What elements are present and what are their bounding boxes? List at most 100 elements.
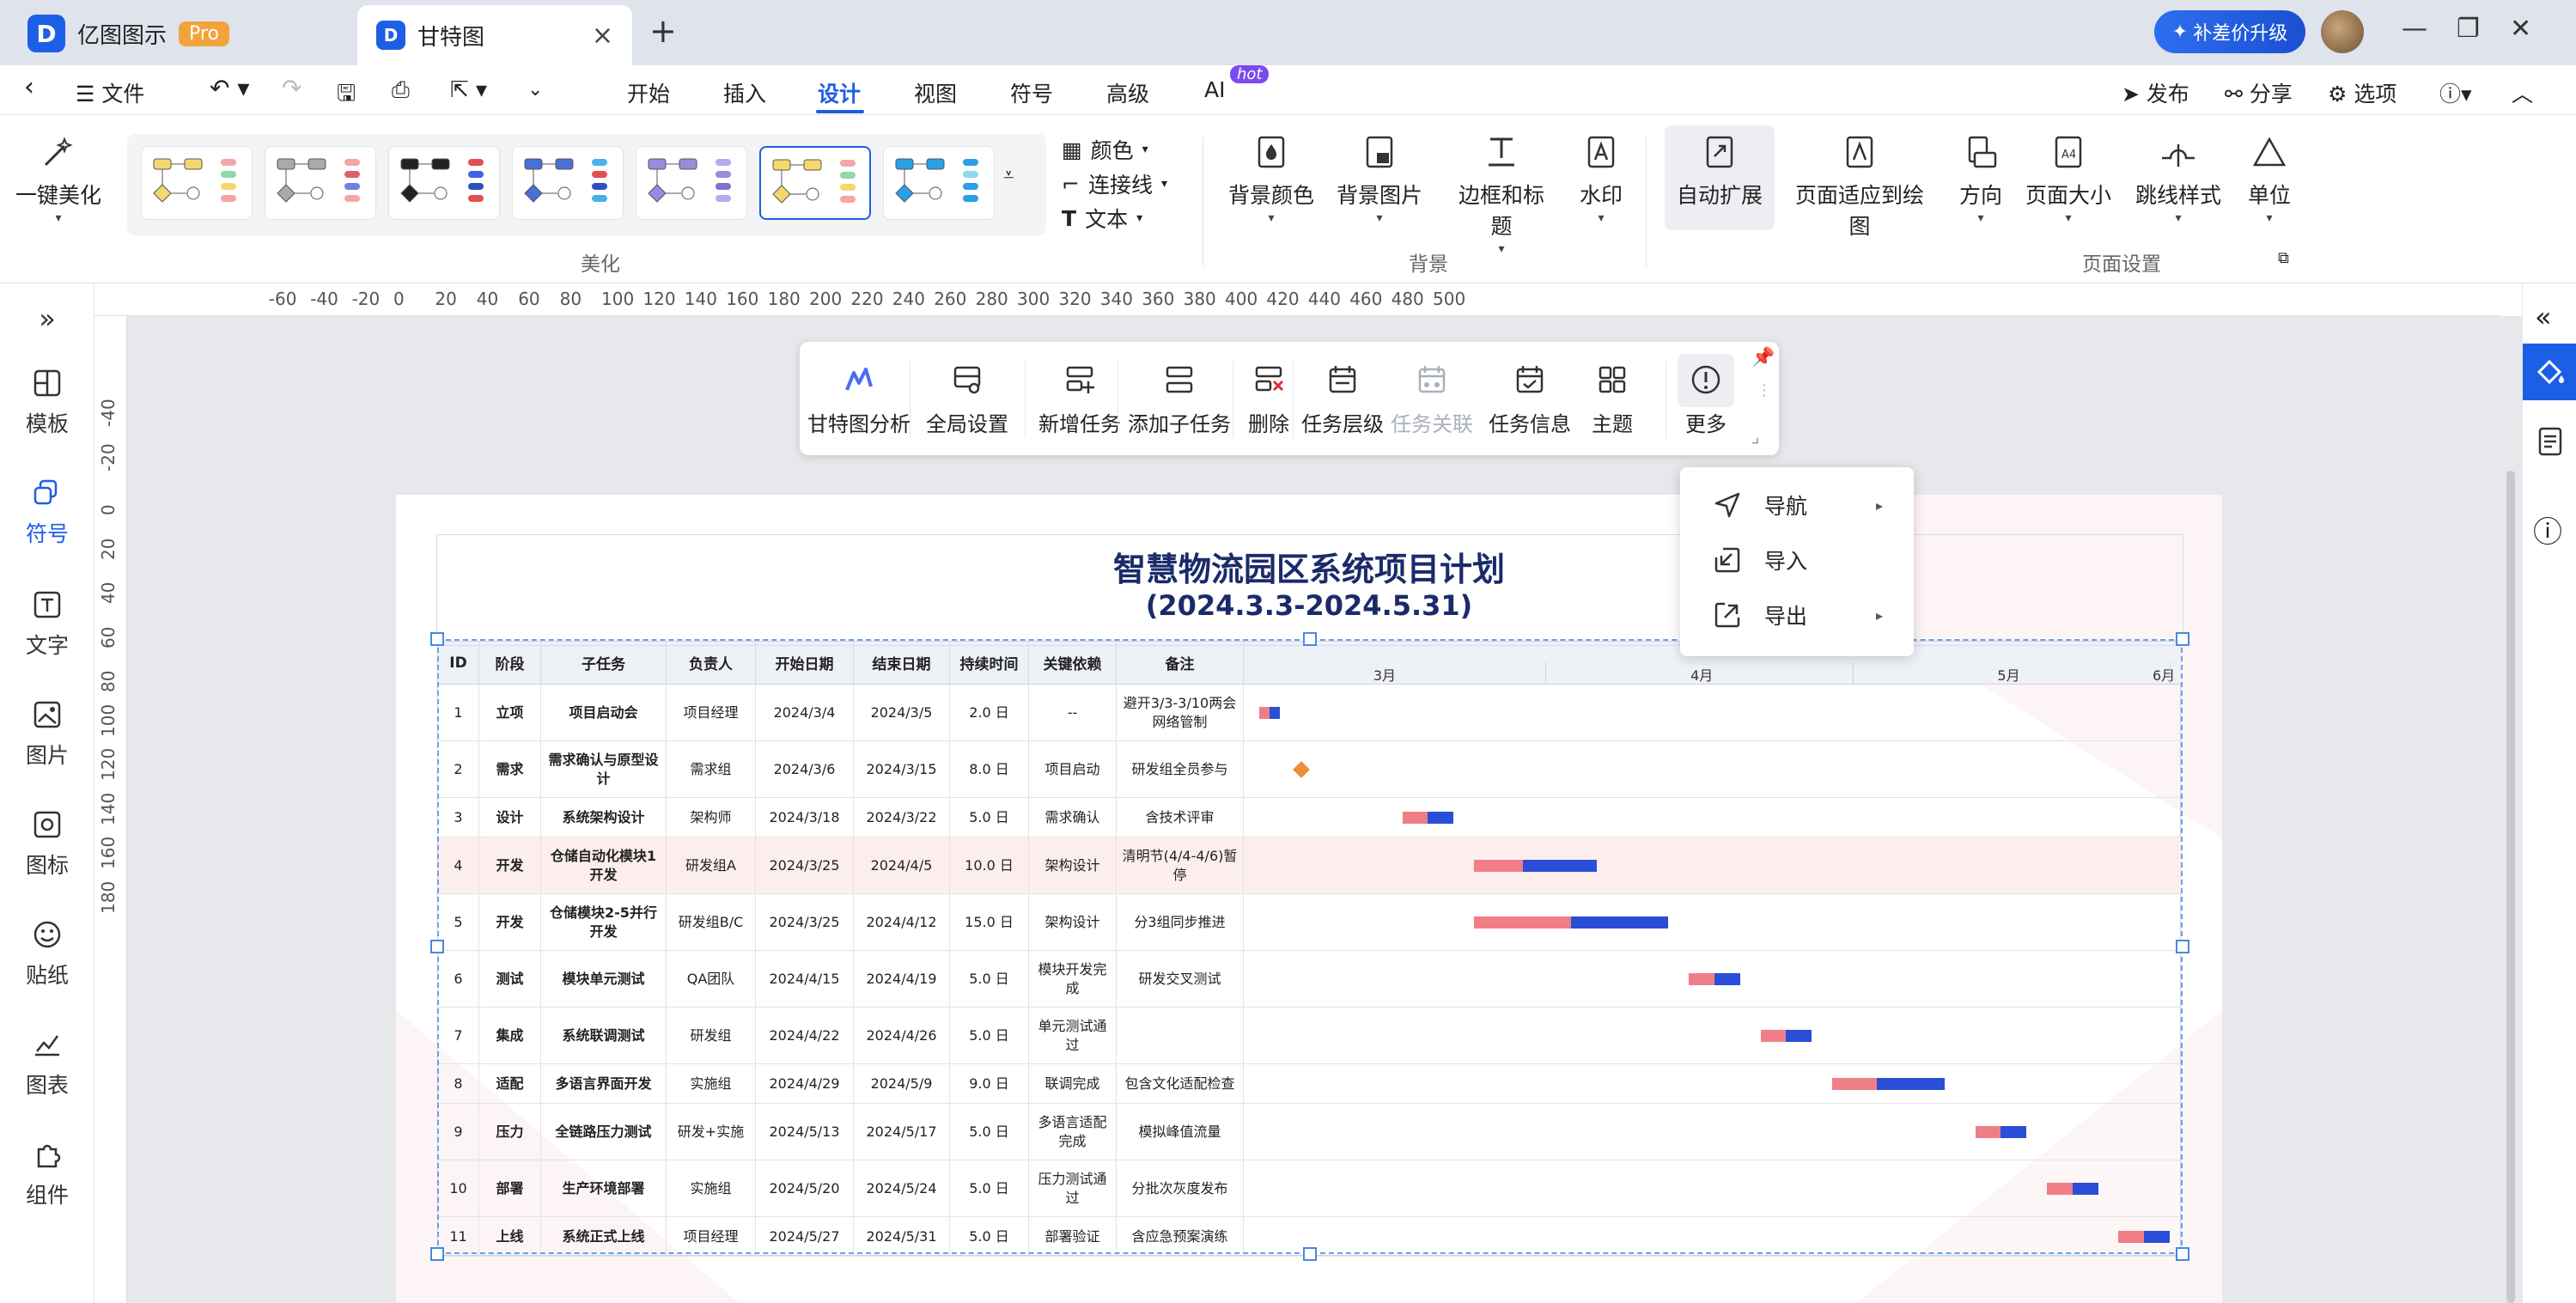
sidebar-item-template[interactable]: 模板 xyxy=(0,366,94,438)
resize-handle[interactable] xyxy=(1303,1247,1317,1261)
column-header[interactable]: 备注 xyxy=(1117,642,1244,685)
help-icon[interactable]: ⓘ▾ xyxy=(2439,77,2472,108)
table-cell-end[interactable]: 2024/4/19 xyxy=(854,951,950,1007)
sidebar-item-image[interactable]: 图片 xyxy=(0,697,94,770)
table-cell-duration[interactable]: 2.0 日 xyxy=(950,685,1029,740)
print-icon[interactable]: ⎙ xyxy=(392,77,410,104)
toolbar-add-task-button[interactable]: 新增任务 xyxy=(1037,361,1123,437)
table-cell-dep[interactable]: 联调完成 xyxy=(1029,1064,1117,1103)
table-cell-owner[interactable]: 项目经理 xyxy=(667,1217,756,1256)
column-header[interactable]: 持续时间 xyxy=(950,642,1029,685)
menu-symbol[interactable]: 符号 xyxy=(1010,77,1053,108)
table-cell-owner[interactable]: 研发组B/C xyxy=(667,894,756,950)
table-cell-duration[interactable]: 5.0 日 xyxy=(950,1217,1029,1256)
theme-style-card[interactable] xyxy=(141,146,253,220)
table-cell-id[interactable]: 3 xyxy=(438,798,479,837)
table-cell-start[interactable]: 2024/4/15 xyxy=(756,951,854,1007)
table-cell-owner[interactable]: 需求组 xyxy=(667,741,756,797)
table-cell-id[interactable]: 8 xyxy=(438,1064,479,1103)
table-cell-start[interactable]: 2024/4/29 xyxy=(756,1064,854,1103)
table-cell-dep[interactable]: 单元测试通过 xyxy=(1029,1008,1117,1063)
table-cell-start[interactable]: 2024/3/18 xyxy=(756,798,854,837)
table-cell-duration[interactable]: 10.0 日 xyxy=(950,837,1029,893)
table-cell-end[interactable]: 2024/5/9 xyxy=(854,1064,950,1103)
close-tab-icon[interactable]: × xyxy=(592,21,613,51)
table-cell-task[interactable]: 生产环境部署 xyxy=(541,1160,667,1216)
publish-button[interactable]: ➤ 发布 xyxy=(2122,77,2189,108)
theme-style-card[interactable] xyxy=(512,146,624,220)
scrollbar-thumb[interactable] xyxy=(2506,471,2515,1303)
table-cell-start[interactable]: 2024/3/25 xyxy=(756,837,854,893)
table-cell-start[interactable]: 2024/3/25 xyxy=(756,894,854,950)
table-cell-end[interactable]: 2024/4/12 xyxy=(854,894,950,950)
table-cell-dep[interactable]: -- xyxy=(1029,685,1117,740)
table-cell-task[interactable]: 多语言界面开发 xyxy=(541,1064,667,1103)
table-cell-task[interactable]: 需求确认与原型设计 xyxy=(541,741,667,797)
drag-handle-icon[interactable]: ⋮ xyxy=(1757,381,1772,399)
minimize-button[interactable]: — xyxy=(2402,14,2427,44)
table-cell-task[interactable]: 系统架构设计 xyxy=(541,798,667,837)
sidebar-item-text[interactable]: 文字 xyxy=(0,588,94,660)
toolbar-add-subtask-button[interactable]: 添加子任务 xyxy=(1128,361,1231,437)
table-cell-note[interactable]: 避开3/3-3/10两会网络管制 xyxy=(1117,685,1244,740)
vertical-scrollbar[interactable] xyxy=(2500,316,2522,1303)
toolbar-theme-button[interactable]: 主题 xyxy=(1586,361,1638,437)
menu-ai[interactable]: AI xyxy=(1204,77,1225,102)
help-circle-icon[interactable]: ⓘ xyxy=(2533,508,2562,551)
table-cell-owner[interactable]: 研发组 xyxy=(667,1008,756,1063)
column-header[interactable]: 开始日期 xyxy=(756,642,854,685)
page-setup-dialog-icon[interactable]: ⧉ xyxy=(2278,249,2289,267)
theme-style-card[interactable] xyxy=(759,146,871,220)
table-cell-id[interactable]: 6 xyxy=(438,951,479,1007)
table-cell-task[interactable]: 项目启动会 xyxy=(541,685,667,740)
resize-corner-icon[interactable]: ⌟ xyxy=(1751,426,1759,447)
gantt-bar[interactable] xyxy=(1975,1126,2027,1138)
menu-item-navigation[interactable]: 导航 ▸ xyxy=(1680,479,1914,531)
sidebar-item-icon[interactable]: 图标 xyxy=(0,807,94,880)
table-cell-note[interactable] xyxy=(1117,1008,1244,1063)
jump-style-button[interactable]: 跳线样式 ▾ xyxy=(2135,132,2221,225)
toolbar-task-info-button[interactable]: 任务信息 xyxy=(1489,361,1571,437)
table-cell-owner[interactable]: 架构师 xyxy=(667,798,756,837)
page-size-button[interactable]: A4 页面大小 ▾ xyxy=(2025,132,2111,225)
table-row[interactable]: 9 压力 全链路压力测试 研发+实施 2024/5/13 2024/5/17 5.0 日多语… xyxy=(438,1104,2182,1160)
theme-style-card[interactable] xyxy=(388,146,500,220)
resize-handle[interactable] xyxy=(2176,632,2189,646)
gantt-bar[interactable] xyxy=(1402,812,1454,824)
table-cell-start[interactable]: 2024/5/27 xyxy=(756,1217,854,1256)
table-cell-phase[interactable]: 测试 xyxy=(479,951,541,1007)
connector-dropdown[interactable]: ⌐ 连接线 ▾ xyxy=(1062,168,1167,199)
table-cell-duration[interactable]: 9.0 日 xyxy=(950,1064,1029,1103)
menu-view[interactable]: 视图 xyxy=(914,77,957,108)
theme-style-card[interactable] xyxy=(883,146,995,220)
table-cell-task[interactable]: 全链路压力测试 xyxy=(541,1104,667,1160)
resize-handle[interactable] xyxy=(430,632,444,646)
table-cell-owner[interactable]: 实施组 xyxy=(667,1160,756,1216)
table-cell-end[interactable]: 2024/5/31 xyxy=(854,1217,950,1256)
menu-item-import[interactable]: 导入 xyxy=(1680,534,1914,586)
table-cell-owner[interactable]: 项目经理 xyxy=(667,685,756,740)
table-cell-id[interactable]: 7 xyxy=(438,1008,479,1063)
table-cell-id[interactable]: 4 xyxy=(438,837,479,893)
table-cell-note[interactable]: 包含文化适配检查 xyxy=(1117,1064,1244,1103)
resize-handle[interactable] xyxy=(2176,1247,2189,1261)
style-panel-tab[interactable] xyxy=(2523,344,2576,400)
table-cell-note[interactable]: 分批次灰度发布 xyxy=(1117,1160,1244,1216)
resize-handle[interactable] xyxy=(430,940,444,953)
save-icon[interactable]: 🖫 xyxy=(337,77,356,115)
table-cell-task[interactable]: 模块单元测试 xyxy=(541,951,667,1007)
table-cell-duration[interactable]: 5.0 日 xyxy=(950,798,1029,837)
table-cell-id[interactable]: 2 xyxy=(438,741,479,797)
table-cell-dep[interactable]: 压力测试通过 xyxy=(1029,1160,1117,1216)
table-cell-end[interactable]: 2024/4/5 xyxy=(854,837,950,893)
table-cell-start[interactable]: 2024/4/22 xyxy=(756,1008,854,1063)
gantt-bar[interactable] xyxy=(1831,1078,1945,1090)
table-cell-end[interactable]: 2024/3/22 xyxy=(854,798,950,837)
menu-advanced[interactable]: 高级 xyxy=(1106,77,1149,108)
table-cell-phase[interactable]: 立项 xyxy=(479,685,541,740)
table-cell-id[interactable]: 9 xyxy=(438,1104,479,1160)
table-cell-phase[interactable]: 需求 xyxy=(479,741,541,797)
text-dropdown[interactable]: T 文本 ▾ xyxy=(1062,203,1142,234)
table-cell-task[interactable]: 系统联调测试 xyxy=(541,1008,667,1063)
table-cell-id[interactable]: 1 xyxy=(438,685,479,740)
